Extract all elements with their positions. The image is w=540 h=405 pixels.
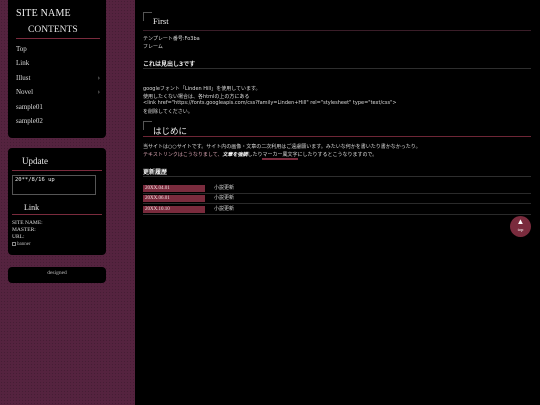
history-text: 小説更新	[214, 195, 235, 201]
menu-item-label: sample02	[16, 117, 43, 125]
frame-text: フレーム	[143, 44, 163, 50]
menu-item-top[interactable]: Top	[16, 45, 102, 53]
back-to-top-button[interactable]: ▲ top	[510, 216, 531, 237]
menu-item-sample02[interactable]: sample02	[16, 117, 102, 125]
intro-divider	[143, 136, 531, 137]
emphasized-text: 文章を強調	[222, 152, 248, 158]
history-date: 20XX.06.01	[143, 195, 205, 202]
navigation-panel: SITE NAME CONTENTS Top Link Illust › Nov…	[8, 0, 106, 138]
history-heading: 更新履歴	[143, 169, 168, 176]
template-number: テンプレート番号:Fo3ba	[143, 36, 200, 42]
h3-heading: これは見出し3です	[143, 61, 196, 68]
url-label: URL:	[12, 234, 25, 240]
chevron-right-icon: ›	[97, 88, 100, 96]
link-divider	[12, 214, 102, 215]
history-divider	[143, 176, 531, 177]
banner-alt-text: banner	[17, 242, 31, 248]
first-heading: First	[143, 12, 169, 26]
history-separator	[143, 193, 531, 194]
update-panel: Update 20**/8/16 up Link SITE NAME: MAST…	[8, 148, 106, 255]
intro-post-text: にしたりするとこうなりますので。	[297, 152, 378, 158]
arrow-up-icon: ▲	[516, 217, 525, 226]
marker-text: マーカー風文字	[262, 152, 298, 160]
menu-item-link[interactable]: Link	[16, 59, 102, 67]
menu-item-label: Novel	[16, 88, 34, 96]
history-text: 小説更新	[214, 206, 235, 212]
history-row: 20XX.10.10 小説更新	[143, 206, 531, 215]
chevron-right-icon: ›	[97, 74, 100, 82]
designed-panel: designed	[8, 267, 106, 283]
site-name-label: SITE NAME:	[12, 220, 43, 226]
update-heading: Update	[22, 156, 48, 166]
history-separator	[143, 203, 531, 204]
text-link[interactable]: テキストリンクはこうなりまして、	[143, 152, 222, 158]
designed-credit[interactable]: designed	[8, 270, 106, 276]
history-row: 20XX.04.01 小説更新	[143, 185, 531, 194]
intro-line-1: 当サイトは○○サイトです。サイト内の画像・文章の二次利用はご遠慮願います。みたい…	[143, 144, 421, 150]
menu-item-novel[interactable]: Novel ›	[16, 88, 102, 96]
h3-divider	[143, 68, 531, 69]
menu-item-label: Top	[16, 45, 27, 53]
link-heading: Link	[24, 203, 40, 212]
contents-heading: CONTENTS	[28, 25, 78, 35]
back-to-top-label: top	[517, 227, 524, 232]
font-info-line-4: を削除してください。	[143, 109, 193, 115]
master-label: MASTER:	[12, 227, 36, 233]
banner-image[interactable]: banner	[12, 242, 31, 247]
menu-item-label: Link	[16, 59, 30, 67]
history-text: 小説更新	[214, 185, 235, 191]
left-sidebar-background: SITE NAME CONTENTS Top Link Illust › Nov…	[0, 0, 135, 405]
menu-item-label: Illust	[16, 74, 31, 82]
font-info-line-1: googleフォント「Linden Hill」を使用しています。	[143, 86, 261, 92]
history-date: 20XX.10.10	[143, 206, 205, 213]
menu-item-label: sample01	[16, 103, 43, 111]
font-info-line-2: 使用したくない場合は、各htmlの上の方にある	[143, 94, 250, 100]
broken-image-icon	[12, 242, 16, 246]
history-separator	[143, 214, 531, 215]
update-textarea[interactable]: 20**/8/16 up	[12, 175, 96, 195]
heading-divider	[143, 30, 531, 31]
font-info-line-3: <link href="https://fonts.googleapis.com…	[143, 100, 397, 106]
menu-item-illust[interactable]: Illust ›	[16, 74, 102, 82]
intro-line-2: テキストリンクはこうなりまして、文章を強調したりマーカー風文字にしたりするとこう…	[143, 151, 378, 160]
contents-divider	[16, 38, 100, 39]
site-name[interactable]: SITE NAME	[16, 8, 106, 19]
history-date: 20XX.04.01	[143, 185, 205, 192]
history-row: 20XX.06.01 小説更新	[143, 195, 531, 204]
menu-item-sample01[interactable]: sample01	[16, 103, 102, 111]
update-divider	[12, 170, 102, 171]
intro-mid-text: したり	[247, 152, 263, 158]
